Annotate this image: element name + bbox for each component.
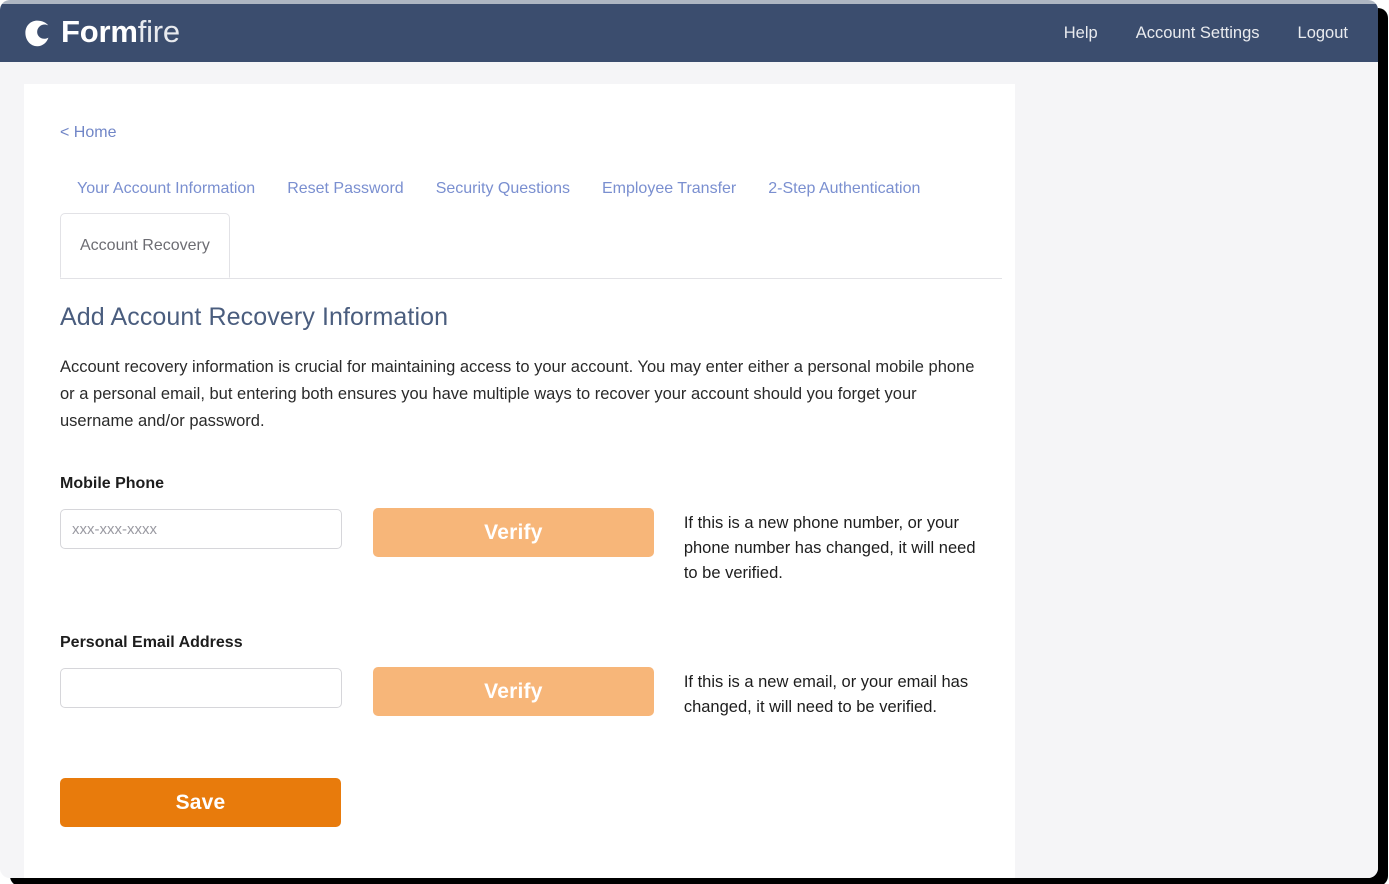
save-row: Save bbox=[60, 778, 979, 827]
personal-email-row: Personal Email Address Verify If this is… bbox=[60, 634, 979, 720]
content-card: < Home Your Account Information Reset Pa… bbox=[24, 84, 1015, 878]
page-description: Account recovery information is crucial … bbox=[60, 358, 975, 430]
app-header: Formfire Help Account Settings Logout bbox=[0, 4, 1378, 62]
nav-account-settings[interactable]: Account Settings bbox=[1136, 24, 1260, 43]
mobile-phone-hint: If this is a new phone number, or your p… bbox=[683, 514, 976, 582]
brand-name-light: fire bbox=[137, 14, 180, 49]
tab-employee-transfer[interactable]: Employee Transfer bbox=[602, 180, 736, 198]
brand-wordmark: Formfire bbox=[61, 16, 180, 50]
brand-name-bold: Form bbox=[61, 14, 138, 49]
verify-email-button[interactable]: Verify bbox=[372, 667, 654, 716]
personal-email-input[interactable] bbox=[60, 668, 342, 708]
breadcrumb-home-link[interactable]: < Home bbox=[60, 84, 116, 142]
mobile-phone-row: Mobile Phone Verify If this is a new pho… bbox=[60, 475, 979, 586]
nav-logout[interactable]: Logout bbox=[1298, 24, 1348, 43]
tab-security-questions[interactable]: Security Questions bbox=[436, 180, 570, 198]
personal-email-field-group: Personal Email Address bbox=[60, 634, 373, 708]
tab-your-account-information[interactable]: Your Account Information bbox=[77, 180, 255, 198]
save-button[interactable]: Save bbox=[60, 778, 341, 827]
page-title: Add Account Recovery Information bbox=[60, 303, 449, 331]
active-tab-strip: Account Recovery bbox=[60, 213, 1002, 279]
header-nav: Help Account Settings Logout bbox=[1064, 24, 1354, 43]
flame-logo-icon bbox=[25, 20, 49, 46]
tab-account-recovery[interactable]: Account Recovery bbox=[60, 213, 230, 278]
tab-links-row: Your Account Information Reset Password … bbox=[60, 180, 979, 198]
mobile-phone-input[interactable] bbox=[60, 509, 342, 549]
tab-2-step-authentication[interactable]: 2-Step Authentication bbox=[768, 180, 920, 198]
personal-email-label: Personal Email Address bbox=[60, 634, 243, 651]
personal-email-verify-group: Verify bbox=[372, 634, 684, 716]
mobile-phone-field-group: Mobile Phone bbox=[60, 475, 373, 549]
verify-phone-button[interactable]: Verify bbox=[372, 508, 654, 557]
tab-reset-password[interactable]: Reset Password bbox=[287, 180, 404, 198]
personal-email-hint: If this is a new email, or your email ha… bbox=[683, 673, 969, 716]
brand-logo[interactable]: Formfire bbox=[22, 16, 180, 50]
page-background: < Home Your Account Information Reset Pa… bbox=[0, 62, 1378, 878]
mobile-phone-verify-group: Verify bbox=[372, 475, 684, 557]
mobile-phone-hint-group: If this is a new phone number, or your p… bbox=[684, 475, 979, 586]
mobile-phone-label: Mobile Phone bbox=[60, 475, 164, 492]
nav-help[interactable]: Help bbox=[1064, 24, 1098, 43]
browser-window-frame: Formfire Help Account Settings Logout < … bbox=[0, 0, 1378, 878]
personal-email-hint-group: If this is a new email, or your email ha… bbox=[684, 634, 979, 720]
